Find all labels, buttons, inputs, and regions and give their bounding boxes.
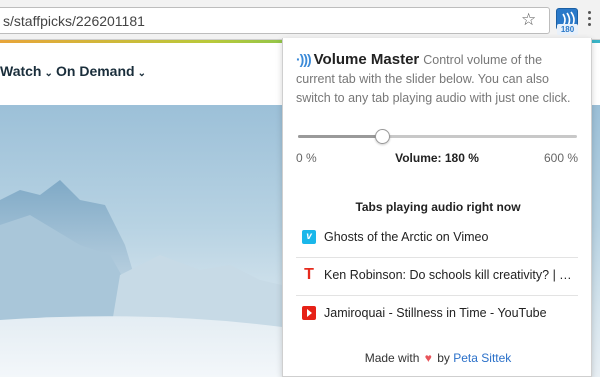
speaker-icon: ·))) <box>296 51 312 67</box>
nav-watch-label: Watch <box>0 63 42 79</box>
audio-tab-item[interactable]: T Ken Robinson: Do schools kill creativi… <box>296 259 578 293</box>
author-link[interactable]: Peta Sittek <box>453 351 511 365</box>
slider-thumb[interactable] <box>375 129 390 144</box>
footer-prefix: Made with <box>364 351 420 365</box>
url-text[interactable]: s/staffpicks/226201181 <box>3 13 145 29</box>
heart-icon: ♥ <box>424 351 432 365</box>
nav-watch[interactable]: Watch ⌄ <box>0 63 53 79</box>
youtube-icon <box>302 306 316 320</box>
popup-header: ·))) Volume Master Control volume of the c… <box>296 50 580 108</box>
popup-title: Volume Master <box>313 51 420 68</box>
kebab-icon[interactable] <box>588 10 592 28</box>
address-bar[interactable]: s/staffpicks/226201181 ☆ <box>0 7 550 34</box>
popup-footer: Made with ♥ by Peta Sittek <box>283 351 593 365</box>
audio-tab-item[interactable]: v Ghosts of the Arctic on Vimeo <box>296 221 578 255</box>
slider-max-label: 600 % <box>543 151 578 165</box>
audio-tab-title: Jamiroquai - Stillness in Time - YouTube <box>324 306 547 320</box>
divider <box>296 257 578 258</box>
audio-tab-title: Ghosts of the Arctic on Vimeo <box>324 230 489 244</box>
chevron-down-icon: ⌄ <box>44 68 53 79</box>
footer-middle: by <box>437 351 450 365</box>
nav-on-demand[interactable]: On Demand ⌄ <box>56 63 146 79</box>
volume-value-label: Volume: 180 % <box>395 151 479 165</box>
nav-on-demand-label: On Demand <box>56 63 135 79</box>
browser-toolbar: s/staffpicks/226201181 ☆ 180 <box>0 0 600 40</box>
ted-icon: T <box>304 266 314 283</box>
vimeo-icon: v <box>302 230 316 244</box>
extension-badge: 180 <box>557 24 578 35</box>
star-icon[interactable]: ☆ <box>521 10 536 30</box>
slider-fill <box>298 135 382 138</box>
chevron-down-icon: ⌄ <box>137 68 146 79</box>
divider <box>296 295 578 296</box>
slider-labels: 0 % Volume: 180 % 600 % <box>296 151 578 167</box>
volume-master-popup: ·))) Volume Master Control volume of the c… <box>282 38 592 377</box>
audio-tab-item[interactable]: Jamiroquai - Stillness in Time - YouTube <box>296 297 578 331</box>
tabs-heading: Tabs playing audio right now <box>355 200 521 214</box>
audio-tab-title: Ken Robinson: Do schools kill creativity… <box>324 268 574 282</box>
volume-slider[interactable] <box>298 129 577 144</box>
